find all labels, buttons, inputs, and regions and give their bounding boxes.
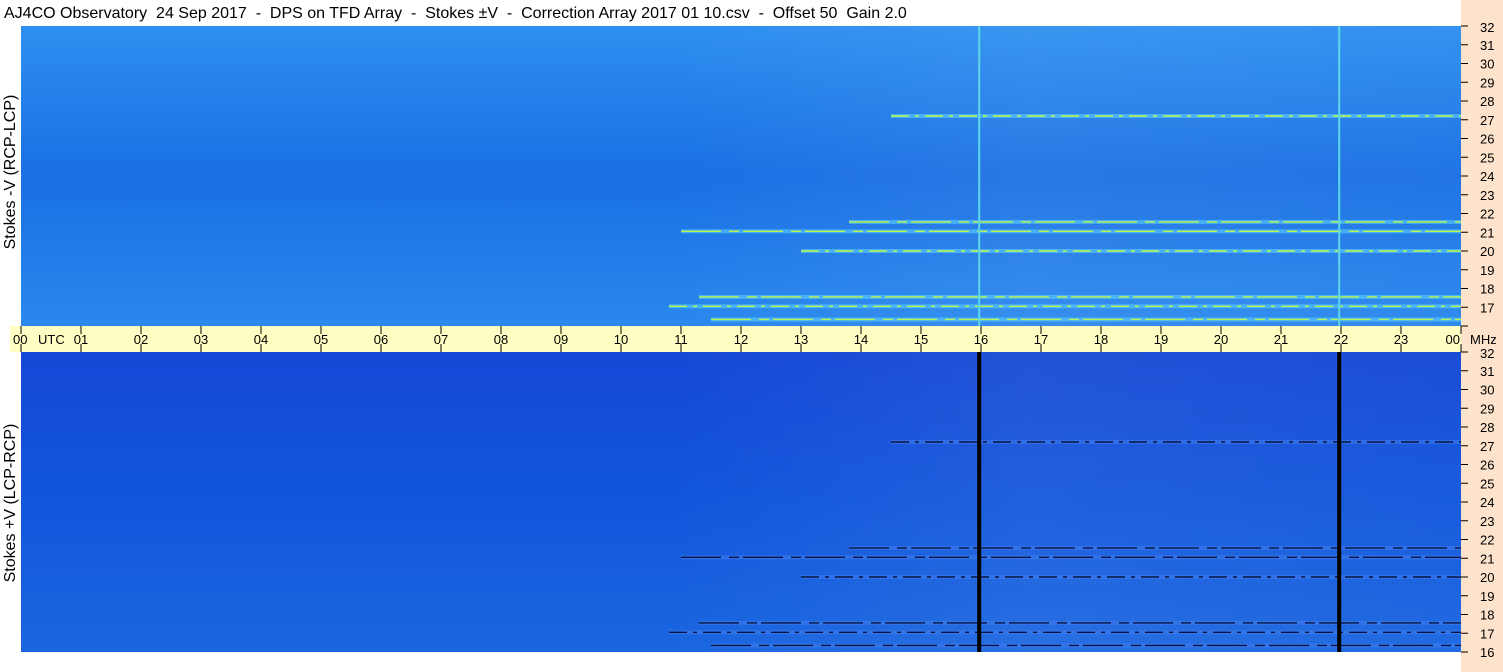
- x-tick-label: 12: [734, 332, 748, 347]
- y-tick-label: 27: [1480, 113, 1494, 128]
- y-tick-label: 17: [1480, 626, 1494, 641]
- x-tick-label: 07: [434, 332, 448, 347]
- y-tick-label: 28: [1480, 94, 1494, 109]
- y-tick-label: 18: [1480, 608, 1494, 623]
- y-tick-label: 24: [1480, 495, 1494, 510]
- y-tick-label: 22: [1480, 533, 1494, 548]
- x-tick-label: 16: [974, 332, 988, 347]
- y-tick-label: 17: [1480, 300, 1494, 315]
- utc-axis: 00 01 02 03 04 05 06 07 08 09 10 11 12 13 14 15 16 17 18 19…: [13, 326, 1497, 352]
- x-tick-label: 15: [914, 332, 928, 347]
- x-tick-label: 00: [13, 332, 27, 347]
- y-tick-label: 19: [1480, 589, 1494, 604]
- x-tick-label: 05: [314, 332, 328, 347]
- y-tick-label: 23: [1480, 188, 1494, 203]
- x-tick-label: 17: [1034, 332, 1048, 347]
- spectrogram-chart: 00 01 02 03 04 05 06 07 08 09 10 11 12 13 14 15 16 17 18 19…: [13, 20, 1497, 660]
- y-tick-label: 20: [1480, 570, 1494, 585]
- x-tick-label: 00: [1446, 332, 1460, 347]
- x-tick-label: 18: [1094, 332, 1108, 347]
- x-tick-label: 06: [374, 332, 388, 347]
- y-tick-label: 20: [1480, 244, 1494, 259]
- y-tick-label: 31: [1480, 38, 1494, 53]
- x-tick-label: 01: [74, 332, 88, 347]
- x-tick-label: 21: [1274, 332, 1288, 347]
- y-tick-label: 26: [1480, 458, 1494, 473]
- x-tick-label: 09: [554, 332, 568, 347]
- y-axis-unit: MHz: [1470, 332, 1497, 347]
- y-tick-label: 28: [1480, 420, 1494, 435]
- y-tick-label: 22: [1480, 207, 1494, 222]
- x-tick-label: 03: [194, 332, 208, 347]
- y-tick-label: 21: [1480, 225, 1494, 240]
- y-tick-label: 29: [1480, 401, 1494, 416]
- y-tick-label: 24: [1480, 169, 1494, 184]
- y-tick-label: 30: [1480, 383, 1494, 398]
- y-tick-label: 16: [1480, 645, 1494, 660]
- x-tick-label: 08: [494, 332, 508, 347]
- y-tick-label: 31: [1480, 364, 1494, 379]
- y-tick-label: 21: [1480, 551, 1494, 566]
- x-tick-label: 22: [1334, 332, 1348, 347]
- y-tick-label: 18: [1480, 282, 1494, 297]
- x-tick-label: 14: [854, 332, 868, 347]
- x-tick-label: 10: [614, 332, 628, 347]
- y-tick-label: 30: [1480, 57, 1494, 72]
- x-tick-label: 20: [1214, 332, 1228, 347]
- x-tick-label: 19: [1154, 332, 1168, 347]
- y-tick-label: 19: [1480, 263, 1494, 278]
- top-spectrogram-panel: [21, 26, 1461, 326]
- y-tick-label: 29: [1480, 75, 1494, 90]
- x-axis-unit: UTC: [38, 332, 65, 347]
- x-tick-label: 02: [134, 332, 148, 347]
- y-tick-label: 25: [1480, 476, 1494, 491]
- y-tick-label: 27: [1480, 439, 1494, 454]
- y-tick-label: 23: [1480, 514, 1494, 529]
- y-tick-label: 26: [1480, 132, 1494, 147]
- bottom-spectrogram-panel: [21, 352, 1461, 652]
- y-tick-label: 32: [1480, 346, 1494, 361]
- y-tick-label: 25: [1480, 150, 1494, 165]
- x-tick-label: 13: [794, 332, 808, 347]
- x-tick-label: 11: [674, 332, 688, 347]
- x-tick-label: 23: [1394, 332, 1408, 347]
- x-tick-label: 04: [254, 332, 268, 347]
- y-tick-label: 32: [1480, 20, 1494, 35]
